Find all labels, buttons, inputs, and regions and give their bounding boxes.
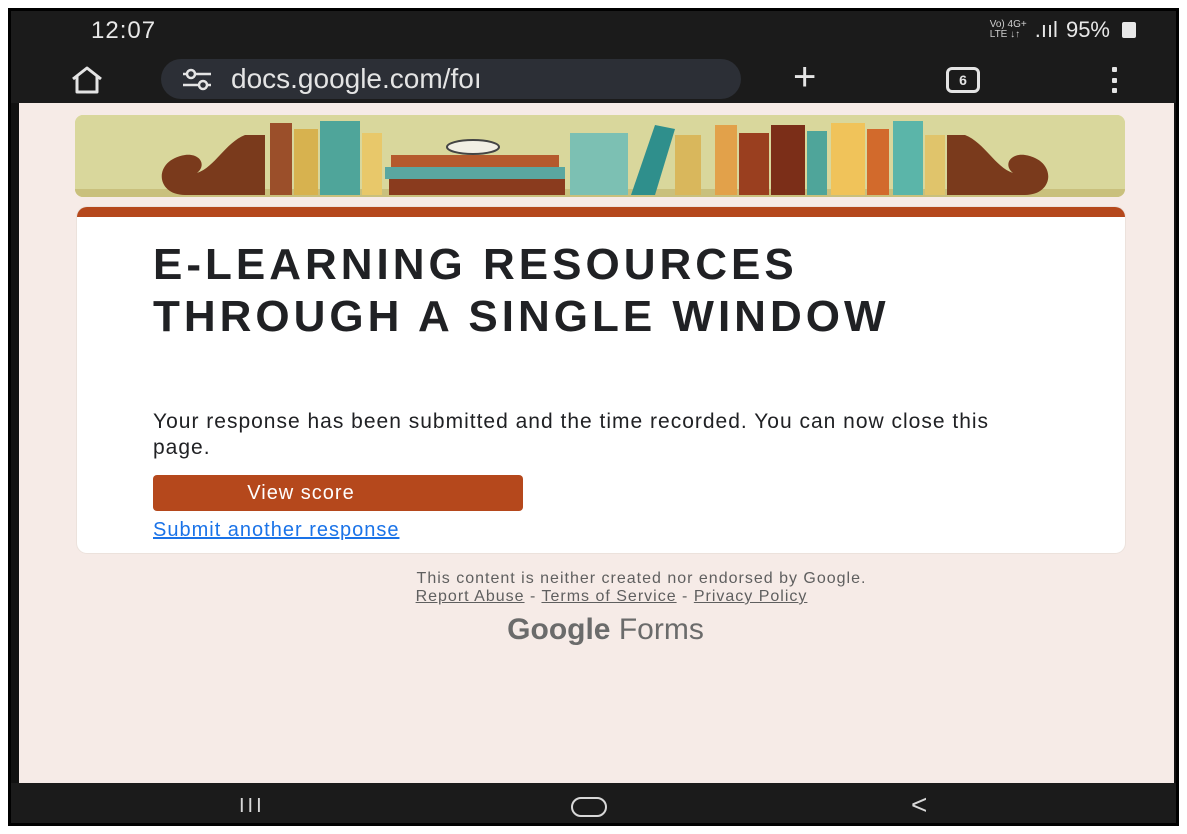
view-score-label: View score [247,481,355,504]
books-banner-image [75,115,1125,197]
recent-apps-icon[interactable]: III [239,795,265,818]
footer-links: Report Abuse - Terms of Service - Privac… [19,587,1174,607]
submit-another-response-link[interactable]: Submit another response [153,519,399,542]
report-abuse-link[interactable]: Report Abuse [416,588,525,605]
status-bar: 12:07 Vo) 4G+ LTE ↓↑ .ııl 95% [11,11,1176,55]
google-forms-logo[interactable]: Google Forms [19,613,1174,647]
back-icon[interactable]: < [911,789,927,821]
phone-screen: 12:07 Vo) 4G+ LTE ↓↑ .ııl 95% docs.googl… [8,8,1179,826]
view-score-button[interactable]: View score [153,475,523,511]
more-vert-icon[interactable] [1109,67,1119,93]
address-bar[interactable]: docs.google.com/foı [161,59,741,99]
terms-of-service-link[interactable]: Terms of Service [541,588,676,605]
tune-icon[interactable] [181,67,213,91]
browser-toolbar: docs.google.com/foı + 6 [11,55,1176,103]
signal-icon: .ııl [1034,17,1058,42]
separator: - [676,588,694,605]
tab-count: 6 [959,72,967,88]
home-icon[interactable] [67,65,107,95]
privacy-policy-link[interactable]: Privacy Policy [694,588,808,605]
system-navbar: III < [11,783,1176,823]
battery-icon [1122,22,1136,38]
brand-google: Google [507,613,611,646]
network-indicator: Vo) 4G+ LTE ↓↑ [989,19,1027,40]
confirmation-card: E-LEARNING RESOURCES THROUGH A SINGLE WI… [77,207,1125,553]
disclaimer-text: This content is neither created nor endo… [416,570,867,587]
separator: - [524,588,542,605]
confirmation-message: Your response has been submitted and the… [153,410,990,459]
battery-level: 95% [1065,17,1110,42]
plus-icon[interactable]: + [793,57,816,97]
status-time: 12:07 [91,17,157,44]
url-text[interactable]: docs.google.com/foı [231,63,482,95]
form-title: E-LEARNING RESOURCES THROUGH A SINGLE WI… [153,240,890,341]
form-page: E-LEARNING RESOURCES THROUGH A SINGLE WI… [19,103,1174,783]
status-indicators: Vo) 4G+ LTE ↓↑ .ııl 95% [990,17,1136,43]
nav-home-icon[interactable] [571,797,607,817]
tabs-icon[interactable]: 6 [946,67,980,93]
brand-forms: Forms [618,613,704,646]
